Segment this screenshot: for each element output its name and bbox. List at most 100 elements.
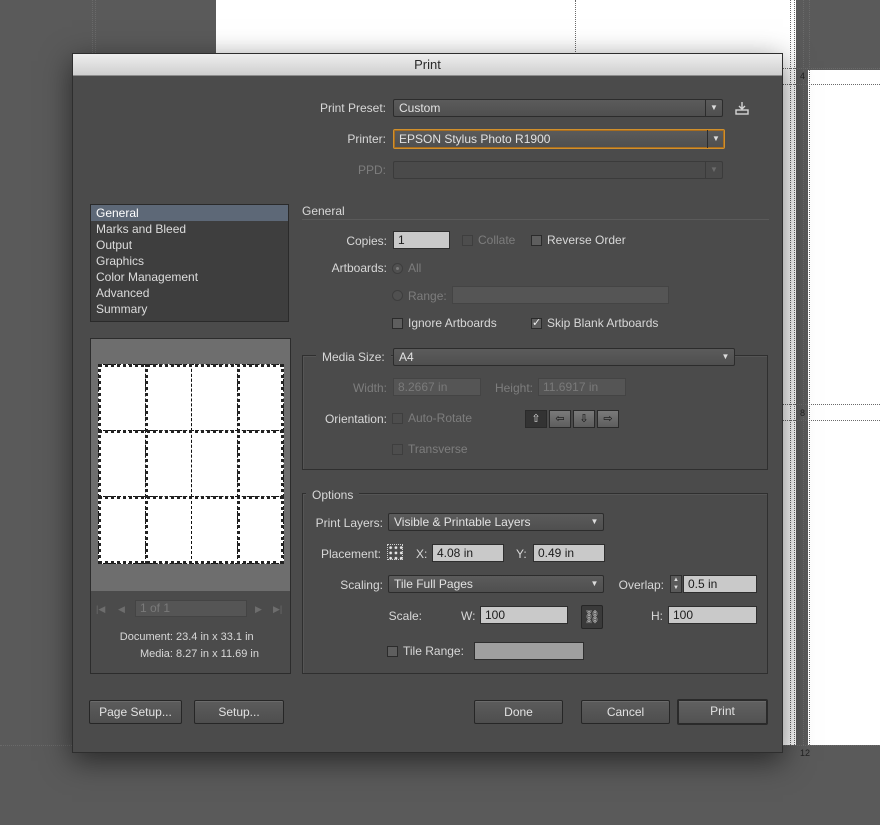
overlap-input[interactable]: 0.5 in bbox=[683, 575, 757, 593]
artboard-page bbox=[808, 70, 880, 745]
done-button[interactable]: Done bbox=[474, 700, 563, 724]
landscape-orientation-icon[interactable]: ⇦ bbox=[549, 410, 571, 428]
all-artboards-label: All bbox=[408, 261, 422, 275]
all-artboards-radio[interactable] bbox=[392, 263, 403, 274]
print-button[interactable]: Print bbox=[677, 699, 768, 725]
media-size-value: A4 bbox=[399, 350, 414, 364]
printer-select[interactable]: EPSON Stylus Photo R1900 ▼ bbox=[393, 129, 725, 149]
sidebar-item-summary[interactable]: Summary bbox=[91, 301, 288, 317]
artboard-edge bbox=[237, 364, 240, 564]
preview-tile bbox=[98, 430, 146, 497]
range-input[interactable] bbox=[452, 286, 669, 304]
copies-input[interactable]: 1 bbox=[393, 231, 450, 249]
artboard-edge bbox=[98, 430, 284, 433]
preview-tile bbox=[98, 364, 146, 431]
media-size-label: Media Size: bbox=[316, 350, 391, 364]
sidebar-item-general[interactable]: General bbox=[91, 205, 288, 221]
sidebar-item-graphics[interactable]: Graphics bbox=[91, 253, 288, 269]
x-label: X: bbox=[416, 547, 428, 561]
sidebar-item-color-management[interactable]: Color Management bbox=[91, 269, 288, 285]
tile-guide bbox=[794, 0, 795, 745]
section-divider bbox=[302, 219, 769, 220]
collate-label: Collate bbox=[478, 233, 516, 247]
copies-label: Copies: bbox=[346, 234, 387, 248]
placement-y-input[interactable]: 0.49 in bbox=[533, 544, 605, 562]
settings-category-list: General Marks and Bleed Output Graphics … bbox=[90, 204, 289, 322]
constrain-proportions-link-icon[interactable]: ⛓ bbox=[581, 605, 603, 629]
artboard-edge bbox=[98, 364, 101, 564]
options-title: Options bbox=[306, 488, 360, 502]
ignore-artboards-label: Ignore Artboards bbox=[408, 316, 497, 330]
artboards-label: Artboards: bbox=[331, 261, 387, 275]
range-radio[interactable] bbox=[392, 290, 403, 301]
transverse-checkbox[interactable] bbox=[392, 444, 403, 455]
sidebar-item-advanced[interactable]: Advanced bbox=[91, 285, 288, 301]
preview-area[interactable] bbox=[91, 339, 290, 591]
setup-button[interactable]: Setup... bbox=[194, 700, 284, 724]
sidebar-item-marks-and-bleed[interactable]: Marks and Bleed bbox=[91, 221, 288, 237]
print-preset-select[interactable]: Custom ▼ bbox=[393, 99, 723, 117]
orientation-label: Orientation: bbox=[324, 412, 387, 426]
page-setup-button[interactable]: Page Setup... bbox=[89, 700, 182, 724]
placement-x-input[interactable]: 4.08 in bbox=[432, 544, 504, 562]
ppd-select[interactable]: ▼ bbox=[393, 161, 723, 179]
collate-checkbox[interactable] bbox=[462, 235, 473, 246]
preview-tile bbox=[98, 496, 146, 564]
sidebar-item-output[interactable]: Output bbox=[91, 237, 288, 253]
tile-guide bbox=[783, 404, 880, 405]
width-label: Width: bbox=[352, 381, 387, 395]
next-page-icon[interactable]: ▶ bbox=[255, 604, 262, 615]
portrait-flipped-orientation-icon[interactable]: ⇩ bbox=[573, 410, 595, 428]
scaling-select[interactable]: Tile Full Pages ▼ bbox=[388, 575, 604, 593]
preview-tile bbox=[237, 430, 284, 497]
scaling-value: Tile Full Pages bbox=[394, 577, 473, 591]
height-input[interactable]: 11.6917 in bbox=[538, 378, 626, 396]
portrait-orientation-icon[interactable]: ⇧ bbox=[525, 410, 547, 428]
cancel-button[interactable]: Cancel bbox=[581, 700, 670, 724]
save-preset-icon[interactable] bbox=[733, 100, 751, 116]
previous-page-icon[interactable]: ◀ bbox=[118, 604, 125, 615]
overlap-stepper[interactable]: ▲ ▼ bbox=[670, 575, 682, 593]
auto-rotate-checkbox[interactable] bbox=[392, 413, 403, 424]
scale-height-input[interactable]: 100 bbox=[668, 606, 757, 624]
tile-range-checkbox[interactable] bbox=[387, 646, 398, 657]
chevron-down-icon: ▼ bbox=[705, 162, 722, 178]
chevron-down-icon: ▼ bbox=[721, 352, 730, 361]
printer-label: Printer: bbox=[347, 132, 386, 146]
ppd-label: PPD: bbox=[357, 163, 386, 177]
preview-tile bbox=[191, 364, 238, 431]
preview-tile bbox=[145, 430, 192, 497]
page-number: 4 bbox=[800, 71, 806, 81]
width-input[interactable]: 8.2667 in bbox=[393, 378, 481, 396]
preview-tile bbox=[191, 496, 238, 564]
ignore-artboards-checkbox[interactable] bbox=[392, 318, 403, 329]
transverse-label: Transverse bbox=[408, 442, 468, 456]
print-preview-panel: |◀ ◀ 1 of 1 ▶ ▶| Document: 23.4 in x 33.… bbox=[90, 338, 291, 674]
scale-label: Scale: bbox=[388, 609, 422, 623]
page-number: 12 bbox=[800, 748, 811, 758]
artboard-edge bbox=[98, 364, 284, 367]
skip-blank-artboards-checkbox[interactable]: ✓ bbox=[531, 318, 542, 329]
print-layers-select[interactable]: Visible & Printable Layers ▼ bbox=[388, 513, 604, 531]
dialog-title: Print bbox=[73, 54, 782, 76]
tile-range-label: Tile Range: bbox=[403, 644, 464, 658]
first-page-icon[interactable]: |◀ bbox=[96, 604, 105, 615]
printer-value: EPSON Stylus Photo R1900 bbox=[399, 132, 551, 146]
media-size-label: Media: bbox=[139, 648, 173, 660]
tile-guide bbox=[809, 0, 810, 745]
landscape-flipped-orientation-icon[interactable]: ⇨ bbox=[597, 410, 619, 428]
chevron-down-icon: ▼ bbox=[590, 517, 599, 526]
tile-range-input[interactable] bbox=[474, 642, 584, 660]
placement-label: Placement: bbox=[320, 547, 381, 561]
page-field[interactable]: 1 of 1 bbox=[135, 600, 247, 617]
scaling-label: Scaling: bbox=[340, 578, 383, 592]
tile-guide bbox=[783, 420, 880, 421]
last-page-icon[interactable]: ▶| bbox=[273, 604, 282, 615]
placement-reference-icon[interactable] bbox=[387, 544, 403, 560]
reverse-order-checkbox[interactable] bbox=[531, 235, 542, 246]
artboard-edge bbox=[98, 561, 284, 564]
chevron-down-icon: ▼ bbox=[705, 100, 722, 116]
scale-width-input[interactable]: 100 bbox=[480, 606, 568, 624]
media-size-select[interactable]: A4 ▼ bbox=[393, 348, 735, 366]
tile-guide bbox=[803, 0, 804, 745]
